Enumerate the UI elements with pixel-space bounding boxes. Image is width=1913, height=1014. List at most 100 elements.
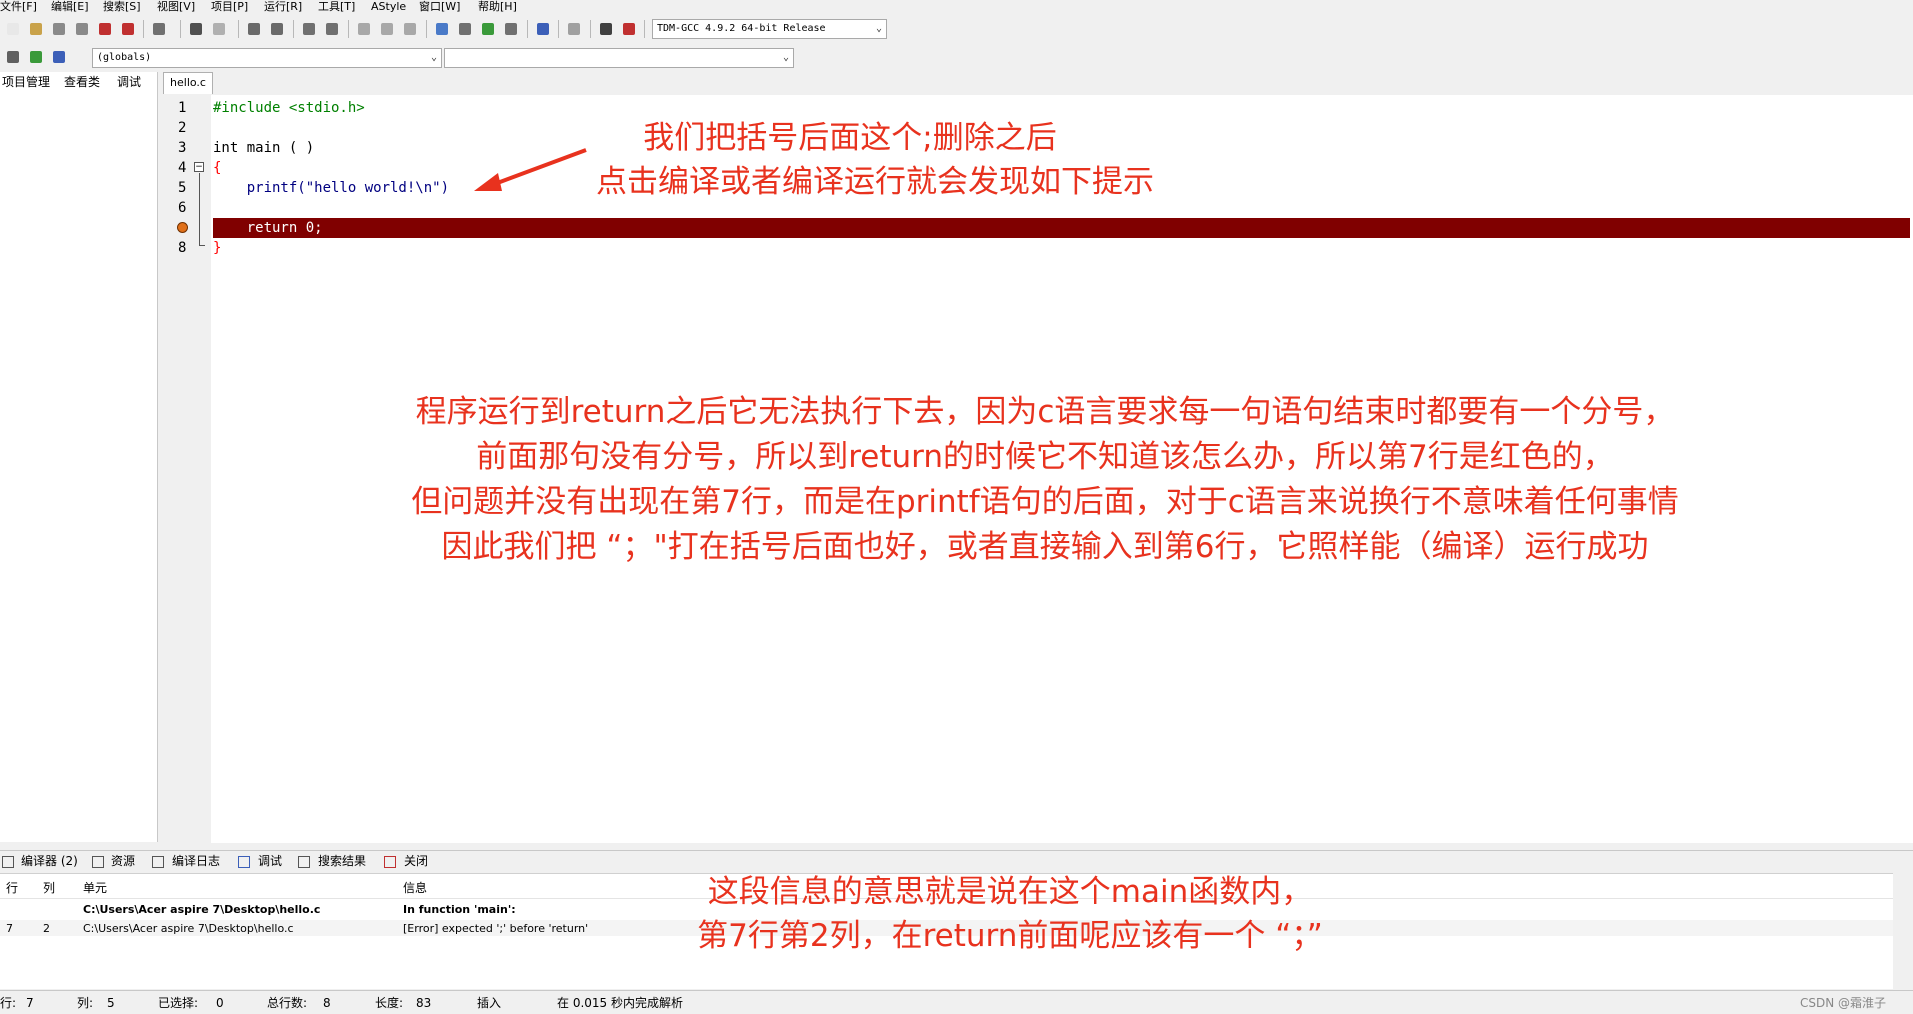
tab-project-manager[interactable]: 项目管理 bbox=[2, 74, 50, 90]
toolbar-separator bbox=[348, 20, 349, 38]
annotation-middle-1: 程序运行到return之后它无法执行下去，因为c语言要求每一句语句结束时都要有一… bbox=[415, 394, 1675, 430]
debug-icon[interactable] bbox=[620, 20, 638, 38]
menu-view[interactable]: 视图[V] bbox=[157, 0, 195, 13]
status-mode: 插入 bbox=[477, 996, 502, 1010]
error-line-highlight bbox=[213, 218, 1910, 238]
code-line: #include <stdio.h> bbox=[213, 100, 365, 116]
annotation-bottom-2: 第7行第2列，在return前面呢应该有一个 “；” bbox=[697, 918, 1323, 954]
stop-icon[interactable] bbox=[565, 20, 583, 38]
menu-file[interactable]: 文件[F] bbox=[0, 0, 37, 13]
menu-edit[interactable]: 编辑[E] bbox=[51, 0, 89, 13]
search-results-icon bbox=[298, 856, 310, 868]
annotation-middle-3: 但问题并没有出现在第7行，而是在printf语句的后面，对于c语言来说换行不意味… bbox=[411, 484, 1679, 520]
status-len-label: 长度: bbox=[375, 996, 404, 1010]
save-icon[interactable] bbox=[50, 20, 68, 38]
line-number: 5 bbox=[178, 180, 187, 196]
code-line: int main ( ) bbox=[213, 140, 315, 156]
annotation-middle-4: 因此我们把 “；"打在括号后面也好，或者直接输入到第6行，它照样能（编译）运行成… bbox=[441, 529, 1649, 565]
editor-gutter bbox=[163, 95, 211, 843]
fold-collapse-icon[interactable]: − bbox=[194, 162, 204, 172]
watermark: CSDN @霜淮子 bbox=[1800, 996, 1887, 1010]
status-parse-time: 在 0.015 秒内完成解析 bbox=[557, 996, 683, 1010]
row-unit: C:\Users\Acer aspire 7\Desktop\hello.c bbox=[83, 922, 294, 935]
code-line: } bbox=[213, 240, 222, 256]
column-header-unit[interactable]: 单元 bbox=[83, 881, 107, 895]
main-toolbar: TDM-GCC 4.9.2 64-bit Release ⌄ bbox=[0, 15, 1913, 43]
tab-resources[interactable]: 资源 bbox=[111, 853, 135, 869]
menu-project[interactable]: 项目[P] bbox=[211, 0, 248, 13]
tab-class-view[interactable]: 查看类 bbox=[64, 74, 100, 90]
forward-icon[interactable] bbox=[378, 20, 396, 38]
new-file-icon[interactable] bbox=[4, 20, 22, 38]
bookmark-icon[interactable] bbox=[401, 20, 419, 38]
compile-run-icon[interactable] bbox=[479, 20, 497, 38]
member-select[interactable]: ⌄ bbox=[444, 48, 794, 68]
toolbar-separator bbox=[426, 20, 427, 38]
tab-debug-bottom[interactable]: 调试 bbox=[258, 853, 282, 869]
indent-icon[interactable] bbox=[300, 20, 318, 38]
file-tab-hello-c[interactable]: hello.c bbox=[163, 72, 213, 94]
row-line: 7 bbox=[6, 922, 13, 935]
goto-icon[interactable] bbox=[27, 48, 45, 66]
line-number: 4 bbox=[178, 160, 187, 176]
compiler-icon bbox=[2, 856, 14, 868]
resources-icon bbox=[92, 856, 104, 868]
chart-icon[interactable] bbox=[597, 20, 615, 38]
back-icon[interactable] bbox=[355, 20, 373, 38]
code-line: printf("hello world!\n") bbox=[213, 180, 450, 196]
menu-help[interactable]: 帮助[H] bbox=[478, 0, 517, 13]
toolbar-separator bbox=[143, 20, 144, 38]
find-icon[interactable] bbox=[245, 20, 263, 38]
replace-icon[interactable] bbox=[268, 20, 286, 38]
check-syntax-icon[interactable] bbox=[534, 20, 552, 38]
fold-end bbox=[199, 245, 205, 246]
toolbar-separator bbox=[644, 20, 645, 38]
toolbar-separator bbox=[180, 20, 181, 38]
compiler-select[interactable]: TDM-GCC 4.9.2 64-bit Release ⌄ bbox=[652, 19, 887, 39]
tab-compiler[interactable]: 编译器 (2) bbox=[21, 853, 78, 869]
status-row-label: 行: bbox=[0, 996, 17, 1010]
status-total-label: 总行数: bbox=[267, 996, 308, 1010]
status-sel-label: 已选择: bbox=[158, 996, 199, 1010]
undo-icon[interactable] bbox=[187, 20, 205, 38]
menu-window[interactable]: 窗口[W] bbox=[419, 0, 460, 13]
chevron-down-icon: ⌄ bbox=[782, 52, 789, 63]
status-total-value: 8 bbox=[323, 996, 331, 1010]
chevron-down-icon: ⌄ bbox=[430, 52, 437, 63]
run-icon[interactable] bbox=[456, 20, 474, 38]
status-col-label: 列: bbox=[77, 996, 94, 1010]
close-file-icon[interactable] bbox=[96, 20, 114, 38]
tab-close[interactable]: 关闭 bbox=[404, 853, 428, 869]
open-file-icon[interactable] bbox=[27, 20, 45, 38]
column-header-col[interactable]: 列 bbox=[43, 881, 55, 895]
menu-run[interactable]: 运行[R] bbox=[264, 0, 302, 13]
menu-search[interactable]: 搜索[S] bbox=[103, 0, 141, 13]
column-header-info[interactable]: 信息 bbox=[403, 881, 427, 895]
column-header-line[interactable]: 行 bbox=[6, 881, 18, 895]
debug-tab-icon bbox=[238, 856, 250, 868]
print-icon[interactable] bbox=[150, 20, 168, 38]
compile-log-icon bbox=[152, 856, 164, 868]
insert-icon[interactable] bbox=[50, 48, 68, 66]
annotation-top-2: 点击编译或者编译运行就会发现如下提示 bbox=[596, 164, 1154, 200]
menu-tools[interactable]: 工具[T] bbox=[318, 0, 355, 13]
close-all-icon[interactable] bbox=[119, 20, 137, 38]
line-number: 1 bbox=[178, 100, 187, 116]
save-all-icon[interactable] bbox=[73, 20, 91, 38]
tab-compile-log[interactable]: 编译日志 bbox=[172, 853, 220, 869]
tab-search-results[interactable]: 搜索结果 bbox=[318, 853, 366, 869]
compile-icon[interactable] bbox=[433, 20, 451, 38]
error-marker-icon bbox=[177, 222, 188, 233]
fold-line bbox=[199, 173, 200, 245]
toolbar-separator bbox=[558, 20, 559, 38]
rebuild-icon[interactable] bbox=[502, 20, 520, 38]
toolbar-separator bbox=[238, 20, 239, 38]
menu-astyle[interactable]: AStyle bbox=[371, 0, 406, 13]
class-browser-icon[interactable] bbox=[4, 48, 22, 66]
toolbar-separator bbox=[293, 20, 294, 38]
tab-debug[interactable]: 调试 bbox=[117, 74, 141, 90]
redo-icon[interactable] bbox=[210, 20, 228, 38]
scope-select[interactable]: (globals) ⌄ bbox=[92, 48, 442, 68]
unindent-icon[interactable] bbox=[323, 20, 341, 38]
left-panel bbox=[0, 72, 158, 842]
